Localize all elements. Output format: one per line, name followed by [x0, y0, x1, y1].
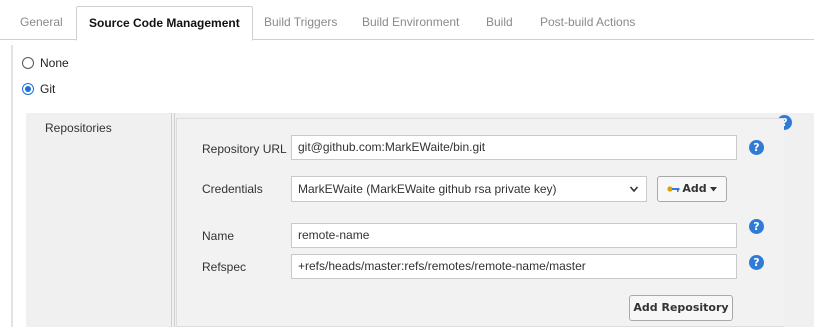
tab-source-code-management[interactable]: Source Code Management	[76, 6, 253, 41]
tab-build-triggers[interactable]: Build Triggers	[252, 6, 349, 40]
repository-url-label: Repository URL	[202, 142, 287, 156]
key-icon	[667, 186, 680, 192]
name-input[interactable]: remote-name	[291, 223, 737, 248]
radio-none[interactable]	[22, 57, 34, 69]
tab-build[interactable]: Build	[474, 6, 525, 40]
scm-option-git[interactable]: Git	[22, 82, 55, 96]
credentials-select[interactable]: MarkEWaite (MarkEWaite github rsa privat…	[291, 176, 647, 202]
scm-option-none[interactable]: None	[22, 56, 69, 70]
tab-post-build-actions[interactable]: Post-build Actions	[528, 6, 647, 40]
section-indent-bar	[11, 45, 13, 327]
repository-url-input[interactable]: git@github.com:MarkEWaite/bin.git	[291, 135, 737, 160]
tab-general[interactable]: General	[8, 6, 75, 40]
refspec-label: Refspec	[202, 260, 247, 274]
chevron-down-icon	[629, 186, 639, 193]
config-tab-bar: General Source Code Management Build Tri…	[0, 0, 814, 41]
question-mark-icon[interactable]: ?	[749, 255, 764, 270]
scm-section: None Git Repositories ? Repository URL g…	[8, 45, 814, 327]
repository-entry: Repository URL git@github.com:MarkEWaite…	[176, 118, 784, 327]
add-repository-button[interactable]: Add Repository	[629, 295, 733, 321]
radio-none-label: None	[40, 56, 69, 70]
question-mark-icon[interactable]: ?	[749, 140, 764, 155]
chevron-down-icon	[709, 186, 717, 191]
credentials-label: Credentials	[202, 182, 263, 196]
credentials-selected-value: MarkEWaite (MarkEWaite github rsa privat…	[298, 182, 557, 196]
add-credentials-label: Add	[682, 182, 707, 195]
refspec-input[interactable]: +refs/heads/master:refs/remotes/remote-n…	[291, 254, 737, 279]
repositories-divider	[171, 113, 175, 327]
name-label: Name	[202, 229, 235, 243]
add-credentials-button[interactable]: Add	[657, 176, 727, 202]
question-mark-icon[interactable]: ?	[749, 219, 764, 234]
radio-git-label: Git	[40, 82, 56, 96]
radio-git[interactable]	[22, 83, 34, 95]
repositories-label: Repositories	[45, 121, 112, 135]
repositories-panel: Repositories ? Repository URL git@github…	[26, 113, 814, 327]
tab-build-environment[interactable]: Build Environment	[350, 6, 471, 40]
